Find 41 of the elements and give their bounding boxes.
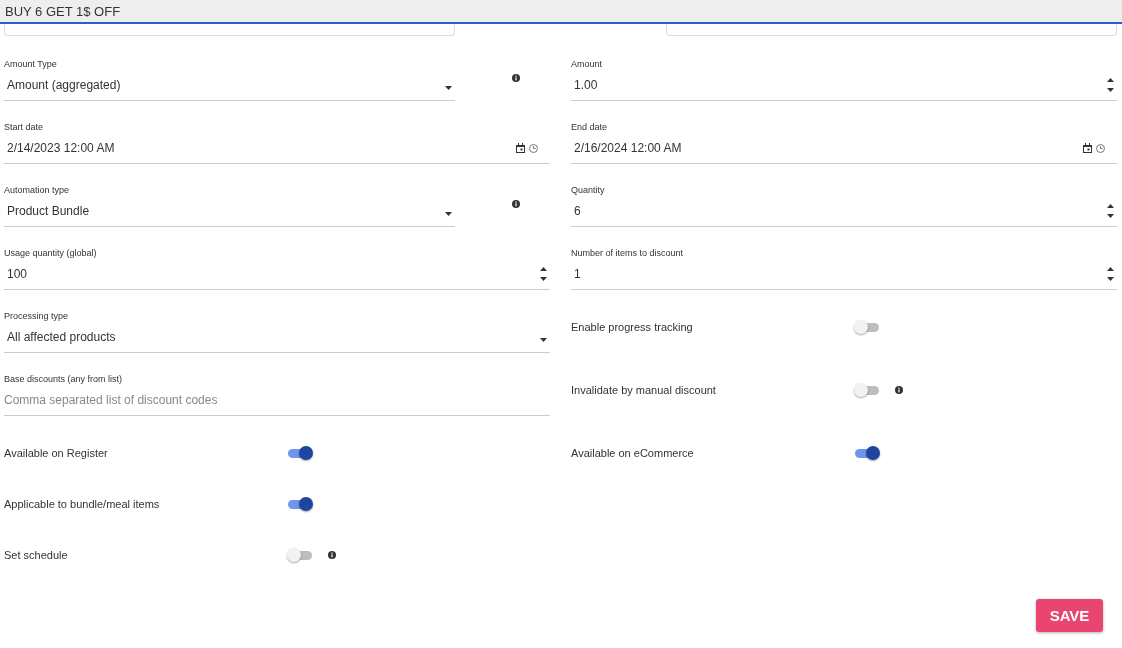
- info-icon[interactable]: [895, 386, 903, 394]
- toggle-label: Set schedule: [4, 549, 69, 561]
- clock-icon[interactable]: [1096, 143, 1105, 153]
- toggle-switch[interactable]: [854, 320, 880, 334]
- info-icon[interactable]: [512, 74, 520, 82]
- date-field[interactable]: End date 2/16/2024 12:00 AM: [571, 122, 1117, 164]
- info-icon[interactable]: [512, 200, 520, 208]
- dropdown-caret-icon[interactable]: [445, 86, 452, 90]
- calendar-icon[interactable]: [1083, 143, 1092, 153]
- number-field[interactable]: Amount 1.00: [571, 59, 1117, 101]
- number-field[interactable]: Quantity 6: [571, 185, 1117, 227]
- spinner-arrows-icon[interactable]: [540, 267, 547, 281]
- number-field[interactable]: Usage quantity (global) 100: [4, 248, 550, 290]
- calendar-icon[interactable]: [516, 143, 525, 153]
- toggle-switch[interactable]: [854, 383, 880, 397]
- spinner-arrows-icon[interactable]: [1107, 204, 1114, 218]
- clock-icon[interactable]: [529, 143, 538, 153]
- dropdown-caret-icon[interactable]: [540, 338, 547, 342]
- toggle-label: Available on eCommerce: [571, 447, 695, 459]
- toggle-switch[interactable]: [287, 548, 313, 562]
- date-field[interactable]: Start date 2/14/2023 12:00 AM: [4, 122, 550, 164]
- info-icon[interactable]: [328, 551, 336, 559]
- select-field[interactable]: Processing type All affected products: [4, 311, 550, 353]
- toggle-switch[interactable]: [287, 446, 313, 460]
- toggle-switch[interactable]: [287, 497, 313, 511]
- page-title: BUY 6 GET 1$ OFF: [0, 0, 1122, 24]
- dropdown-caret-icon[interactable]: [445, 212, 452, 216]
- input-field[interactable]: [666, 24, 1117, 36]
- select-field[interactable]: Amount Type Amount (aggregated): [4, 59, 455, 101]
- toggle-label: Enable progress tracking: [571, 321, 694, 333]
- toggle-label: Available on Register: [4, 447, 109, 459]
- toggle-label: Invalidate by manual discount: [571, 384, 717, 396]
- input-field[interactable]: [4, 24, 455, 36]
- select-field[interactable]: Automation type Product Bundle: [4, 185, 455, 227]
- save-button[interactable]: SAVE: [1036, 599, 1103, 632]
- number-field[interactable]: Number of items to discount 1: [571, 248, 1117, 290]
- input-field[interactable]: Base discounts (any from list) Comma separated list of discount codes: [4, 374, 550, 416]
- spinner-arrows-icon[interactable]: [1107, 267, 1114, 281]
- spinner-arrows-icon[interactable]: [1107, 78, 1114, 92]
- toggle-label: Applicable to bundle/meal items: [4, 498, 161, 510]
- toggle-switch[interactable]: [854, 446, 880, 460]
